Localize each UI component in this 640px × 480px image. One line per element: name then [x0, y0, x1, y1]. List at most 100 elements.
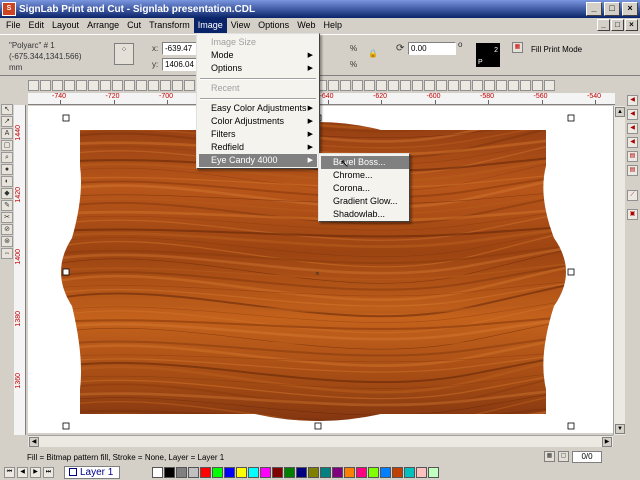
palette-swatch[interactable]: [176, 466, 188, 478]
doc-minimize-button[interactable]: _: [597, 19, 610, 31]
toolbar-button-icon[interactable]: [76, 79, 87, 91]
palette-swatch[interactable]: [284, 466, 296, 478]
toolbar-button-icon[interactable]: [112, 79, 123, 91]
palette-swatch[interactable]: [344, 466, 356, 478]
menu-help[interactable]: Help: [320, 18, 347, 33]
color-tool-icon[interactable]: ●: [1, 164, 13, 175]
scroll-right-icon[interactable]: ▶: [602, 437, 612, 447]
palette-swatch[interactable]: [212, 466, 224, 478]
transform-tool-icon[interactable]: ⇔: [1, 248, 13, 259]
toolbar-button-icon[interactable]: [424, 79, 435, 91]
layer-tab[interactable]: Layer 1: [64, 465, 121, 479]
toolbar-button-icon[interactable]: [172, 79, 183, 91]
layer-prev-icon[interactable]: ◀: [17, 466, 28, 478]
fill-tool-icon[interactable]: ◆: [1, 188, 13, 199]
layer-first-icon[interactable]: ⏮: [4, 466, 15, 478]
fill-swatch[interactable]: 2 P: [476, 43, 500, 67]
menu-item-options[interactable]: Options ▶: [199, 62, 317, 75]
lock-ratio-icon[interactable]: 🔒: [366, 48, 380, 62]
node-tool-icon[interactable]: ↗: [1, 116, 13, 127]
toolbar-button-icon[interactable]: [460, 79, 471, 91]
x-position-input[interactable]: -639.47: [162, 42, 198, 55]
menu-layout[interactable]: Layout: [48, 18, 83, 33]
palette-swatch[interactable]: [356, 466, 368, 478]
menu-item-eye-candy-4000[interactable]: Eye Candy 4000 ▶: [199, 154, 317, 167]
effect-tool-icon[interactable]: ◐: [1, 176, 13, 187]
toolbar-button-icon[interactable]: [508, 79, 519, 91]
toolbar-button-icon[interactable]: [100, 79, 111, 91]
menu-item-shadowlab[interactable]: Shadowlab...: [321, 208, 409, 221]
toolbar-button-icon[interactable]: [148, 79, 159, 91]
select-tool-icon[interactable]: ↖: [1, 104, 13, 115]
toolbar-button-icon[interactable]: [328, 79, 339, 91]
anchor-grid-icon[interactable]: ⁘: [114, 43, 134, 65]
palette-swatch[interactable]: [260, 466, 272, 478]
menu-image[interactable]: Image: [193, 18, 227, 33]
doc-restore-button[interactable]: □: [611, 19, 624, 31]
doc-close-button[interactable]: ×: [625, 19, 638, 31]
toolbar-button-icon[interactable]: [52, 79, 63, 91]
toolbar-button-icon[interactable]: [484, 79, 495, 91]
palette-swatch[interactable]: [380, 466, 392, 478]
menu-item-easy-color-adjustments[interactable]: Easy Color Adjustments ▶: [199, 102, 317, 115]
align-center-icon[interactable]: ▤: [627, 151, 638, 162]
palette-swatch[interactable]: [200, 466, 212, 478]
print-mode-icon[interactable]: ▦: [512, 42, 523, 53]
menu-item-gradient-glow[interactable]: Gradient Glow...: [321, 195, 409, 208]
selection-handle[interactable]: [567, 114, 575, 122]
selection-handle[interactable]: [62, 422, 70, 430]
scroll-up-icon[interactable]: ▲: [615, 107, 625, 117]
menu-item-filters[interactable]: Filters ▶: [199, 128, 317, 141]
toolbar-button-icon[interactable]: [40, 79, 51, 91]
status-page-icon[interactable]: ▢: [558, 451, 569, 462]
align-top-icon[interactable]: ◀: [627, 95, 638, 106]
menu-item-color-adjustments[interactable]: Color Adjustments ▶: [199, 115, 317, 128]
toolbar-button-icon[interactable]: [412, 79, 423, 91]
menu-arrange[interactable]: Arrange: [83, 18, 123, 33]
palette-swatch[interactable]: [296, 466, 308, 478]
paint-tool-icon[interactable]: ⊛: [1, 236, 13, 247]
text-tool-icon[interactable]: A: [1, 128, 13, 139]
toolbar-button-icon[interactable]: [532, 79, 543, 91]
align-middle-icon[interactable]: ◀: [627, 109, 638, 120]
menu-transform[interactable]: Transform: [145, 18, 194, 33]
close-button[interactable]: ×: [622, 2, 638, 16]
menu-edit[interactable]: Edit: [25, 18, 49, 33]
menu-item-corona[interactable]: Corona...: [321, 182, 409, 195]
palette-swatch[interactable]: [416, 466, 428, 478]
align-right-icon[interactable]: ▤: [627, 165, 638, 176]
toolbar-button-icon[interactable]: [400, 79, 411, 91]
status-settings-icon[interactable]: ▦: [544, 451, 555, 462]
palette-swatch[interactable]: [272, 466, 284, 478]
palette-swatch[interactable]: [404, 466, 416, 478]
toolbar-button-icon[interactable]: [544, 79, 555, 91]
vertical-scrollbar[interactable]: ▲ ▼: [613, 106, 625, 435]
shape-tool-icon[interactable]: ▢: [1, 140, 13, 151]
zoom-tool-icon[interactable]: ⌕: [1, 152, 13, 163]
align-left-icon[interactable]: ◀: [627, 137, 638, 148]
toolbar-button-icon[interactable]: [376, 79, 387, 91]
palette-swatch[interactable]: [164, 466, 176, 478]
y-position-input[interactable]: 1406.04: [162, 58, 198, 71]
menu-cut[interactable]: Cut: [123, 18, 145, 33]
selection-handle[interactable]: [62, 114, 70, 122]
scroll-left-icon[interactable]: ◀: [29, 437, 39, 447]
toolbar-button-icon[interactable]: [520, 79, 531, 91]
menu-options[interactable]: Options: [254, 18, 293, 33]
menu-view[interactable]: View: [227, 18, 254, 33]
palette-swatch[interactable]: [224, 466, 236, 478]
palette-swatch[interactable]: [320, 466, 332, 478]
toolbar-button-icon[interactable]: [64, 79, 75, 91]
align-bottom-icon[interactable]: ◀: [627, 123, 638, 134]
rotation-input[interactable]: 0.00: [408, 42, 456, 55]
cut-tool-icon[interactable]: ✂: [1, 212, 13, 223]
palette-swatch[interactable]: [236, 466, 248, 478]
selection-handle[interactable]: [567, 422, 575, 430]
toolbar-button-icon[interactable]: [472, 79, 483, 91]
layer-next-icon[interactable]: ▶: [30, 466, 41, 478]
palette-swatch[interactable]: [428, 466, 440, 478]
menu-item-bevel-boss[interactable]: Bevel Boss...: [321, 156, 409, 169]
frame-tool-icon[interactable]: ▣: [627, 209, 638, 220]
minimize-button[interactable]: _: [586, 2, 602, 16]
selection-handle[interactable]: [314, 422, 322, 430]
